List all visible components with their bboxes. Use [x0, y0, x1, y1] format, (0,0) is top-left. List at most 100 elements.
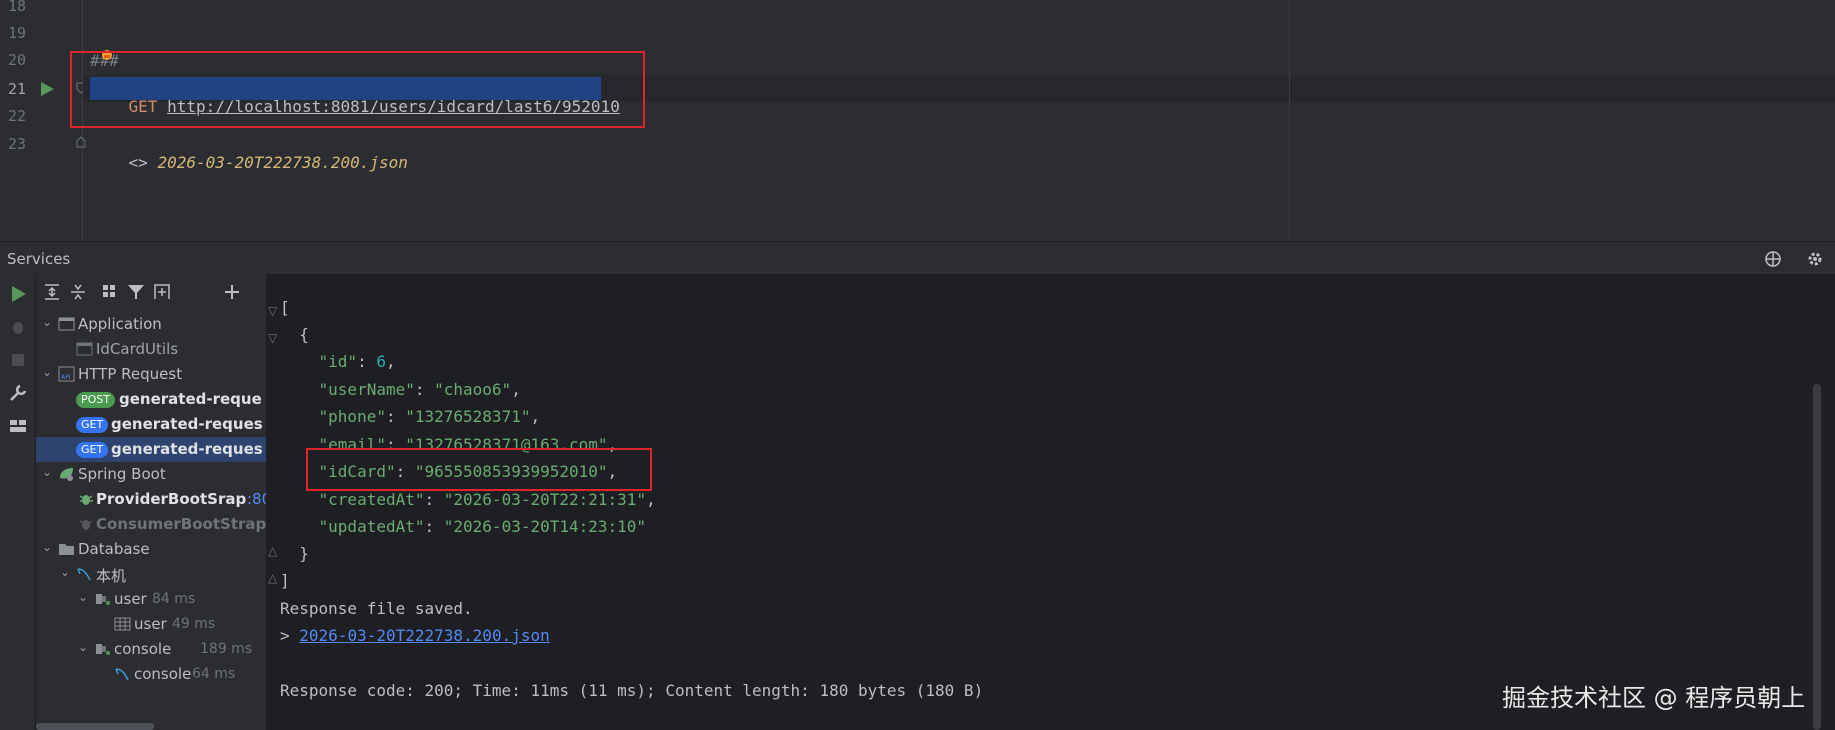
- fold-icon[interactable]: [76, 136, 86, 148]
- fold-icon[interactable]: ▽: [268, 304, 277, 318]
- response-summary: Response code: 200; Time: 11ms (11 ms); …: [280, 681, 984, 700]
- vertical-scrollbar[interactable]: [1813, 384, 1821, 730]
- json-value: 6: [376, 352, 386, 371]
- run-icon[interactable]: [8, 284, 28, 304]
- watermark: 掘金技术社区 @ 程序员朝上: [1502, 684, 1806, 712]
- gear-icon[interactable]: [1806, 250, 1824, 268]
- line-number: 20: [7, 51, 26, 69]
- http-editor[interactable]: 18 19 20 21 22 23 ### GET http://localho…: [0, 0, 1835, 241]
- svg-text:API: API: [61, 374, 71, 381]
- tree-item-label: console: [114, 640, 172, 658]
- tree-item-local[interactable]: ⌄ 本机: [36, 562, 266, 587]
- application-icon: [58, 317, 75, 331]
- tree-item-get-request[interactable]: GET generated-reques: [36, 412, 266, 437]
- json-key: "userName": [318, 380, 415, 399]
- json-key: "phone": [318, 407, 386, 426]
- chevron-down-icon[interactable]: ⌄: [78, 640, 88, 654]
- tree-item-label: 本机: [96, 567, 127, 585]
- horizontal-scrollbar[interactable]: [36, 723, 154, 730]
- tree-item-get-request-selected[interactable]: GET generated-reques: [36, 437, 266, 462]
- response-file-link[interactable]: 2026-03-20T222738.200.json: [157, 153, 407, 172]
- session-icon: [96, 594, 110, 605]
- folder-icon: [59, 544, 74, 555]
- stop-icon[interactable]: [8, 350, 28, 370]
- group-by-icon[interactable]: [100, 282, 120, 302]
- bug-icon: [79, 495, 93, 505]
- tree-item-http-request[interactable]: ⌄ API HTTP Request: [36, 362, 266, 387]
- expand-all-icon[interactable]: [42, 282, 62, 302]
- port-suffix: :80: [247, 490, 266, 508]
- mysql-icon: [77, 568, 91, 581]
- tree-item-consumer[interactable]: ConsumerBootStrap: [36, 512, 266, 537]
- json-field-createdat: "createdAt": "2026-03-20T22:21:31",: [318, 490, 656, 509]
- json-key: "createdAt": [318, 490, 425, 509]
- json-field-phone: "phone": "13276528371",: [318, 407, 541, 426]
- application-icon: [76, 342, 93, 356]
- saved-file-line: > 2026-03-20T222738.200.json: [280, 626, 550, 645]
- tree-item-label: console: [134, 665, 192, 683]
- tree-item-spring-boot[interactable]: ⌄ Spring Boot: [36, 462, 266, 487]
- json-key: "id": [318, 352, 358, 371]
- duration-label: 189 ms: [200, 641, 253, 657]
- tree-item-post-request[interactable]: POST generated-reque: [36, 387, 266, 412]
- services-header: Services: [0, 241, 1835, 274]
- add-service-icon[interactable]: [222, 282, 242, 302]
- post-badge: POST: [76, 392, 115, 408]
- json-value: "2026-03-20T22:21:31": [443, 490, 647, 509]
- tree-item-label: generated-reques: [111, 415, 263, 433]
- tree-toolbar: [36, 274, 266, 310]
- fold-icon[interactable]: △: [268, 571, 277, 585]
- response-panel[interactable]: ▽ ▽ △ △ [ { "id": 6, "userName": "chaoo6…: [268, 274, 1835, 730]
- wrench-icon[interactable]: [8, 383, 28, 403]
- tree-item-label: generated-reque: [119, 390, 262, 408]
- new-tab-icon[interactable]: [152, 282, 172, 302]
- services-tree: ⌄ Application IdCardUtils ⌄ API HTTP Req…: [36, 274, 267, 730]
- layout-icon[interactable]: [8, 416, 28, 436]
- duration-label: 49 ms: [172, 616, 216, 632]
- tree-item-application[interactable]: ⌄ Application: [36, 312, 266, 337]
- tree-item-console[interactable]: console 64 ms: [36, 662, 266, 687]
- line-number: 18: [7, 0, 26, 15]
- filter-icon[interactable]: [126, 282, 146, 302]
- chevron-down-icon[interactable]: ⌄: [60, 565, 70, 579]
- chevron-down-icon[interactable]: ⌄: [42, 540, 52, 554]
- debug-icon[interactable]: [8, 317, 28, 337]
- response-reference: <> 2026-03-20T222738.200.json: [90, 134, 408, 191]
- line-number: 19: [7, 24, 26, 42]
- saved-message: Response file saved.: [280, 599, 473, 618]
- bug-icon: [79, 520, 93, 530]
- tree-item-idcardutils[interactable]: IdCardUtils: [36, 337, 266, 362]
- api-icon: API: [58, 366, 75, 382]
- mysql-icon: [115, 668, 129, 681]
- json-value: "13276528371": [405, 407, 531, 426]
- tree-item-label: Spring Boot: [78, 465, 166, 483]
- saved-prefix: >: [280, 626, 290, 645]
- tree-item-database[interactable]: ⌄ Database: [36, 537, 266, 562]
- tree-item-console-session[interactable]: ⌄ console 189 ms: [36, 637, 266, 662]
- fold-icon[interactable]: ▽: [268, 331, 277, 345]
- chevron-down-icon[interactable]: ⌄: [42, 315, 52, 329]
- chevron-down-icon[interactable]: ⌄: [78, 590, 88, 604]
- line-number: 23: [7, 135, 26, 153]
- annotation-box: [306, 448, 652, 491]
- crosshair-icon[interactable]: [1764, 250, 1782, 268]
- tree-item-user-session[interactable]: ⌄ user 84 ms: [36, 587, 266, 612]
- run-request-icon[interactable]: [40, 82, 54, 96]
- json-bracket: [: [280, 298, 290, 317]
- tree-item-provider[interactable]: ProviderBootSrap :80: [36, 487, 266, 512]
- json-field-id: "id": 6,: [318, 352, 396, 371]
- line-number: 22: [7, 107, 26, 125]
- tree-item-user-table[interactable]: user 49 ms: [36, 612, 266, 637]
- chevron-down-icon[interactable]: ⌄: [42, 365, 52, 379]
- json-key: "updatedAt": [318, 517, 425, 536]
- fold-icon[interactable]: △: [268, 544, 277, 558]
- tree-item-label: IdCardUtils: [96, 340, 179, 358]
- chevron-down-icon[interactable]: ⌄: [42, 465, 52, 479]
- collapse-all-icon[interactable]: [68, 282, 88, 302]
- get-badge: GET: [76, 442, 109, 458]
- json-value: "2026-03-20T14:23:10": [443, 517, 647, 536]
- table-icon: [114, 617, 131, 631]
- tree-item-label: generated-reques: [111, 440, 263, 458]
- saved-file-link[interactable]: 2026-03-20T222738.200.json: [299, 626, 549, 645]
- json-field-username: "userName": "chaoo6",: [318, 380, 521, 399]
